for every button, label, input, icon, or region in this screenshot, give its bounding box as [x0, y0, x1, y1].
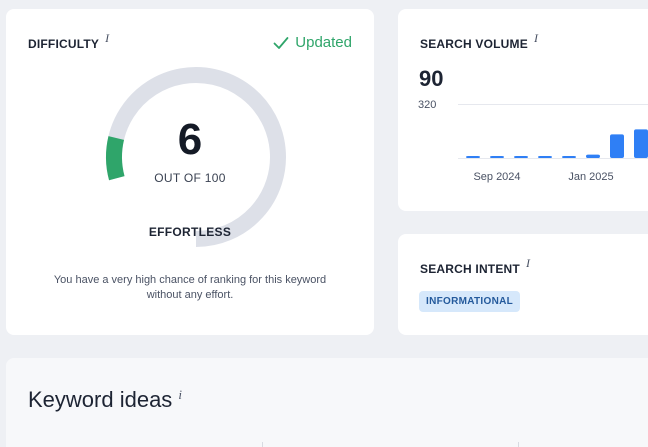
chart-bar[interactable]	[514, 155, 528, 158]
chart-x-tick-jan: Jan 2025	[568, 171, 613, 183]
chart-y-tick: 320	[418, 99, 436, 111]
keyword-ideas-info-icon[interactable]: i	[178, 387, 182, 402]
keyword-ideas-title: Keyword ideas i	[28, 387, 182, 413]
search-intent-title-text: SEARCH INTENT	[420, 262, 520, 276]
search-volume-chart[interactable]: 320 Sep 2024 Jan 2025	[398, 9, 648, 211]
difficulty-description: You have a very high chance of ranking f…	[53, 274, 327, 301]
chart-bar[interactable]	[586, 154, 600, 158]
difficulty-out-of: OUT OF 100	[154, 171, 226, 185]
chart-bar[interactable]	[490, 155, 504, 158]
chart-x-tick-sep: Sep 2024	[473, 171, 520, 183]
chart-bar[interactable]	[538, 156, 552, 158]
table-column-divider	[262, 442, 263, 447]
chart-bar[interactable]	[610, 134, 624, 158]
search-intent-title: SEARCH INTENT i	[420, 256, 530, 277]
difficulty-card: DIFFICULTY i Updated 6 OUT OF 100 EFFORTL…	[6, 9, 374, 335]
chart-bar[interactable]	[466, 156, 480, 158]
table-column-divider	[518, 442, 519, 447]
chart-bar[interactable]	[562, 156, 576, 158]
difficulty-score: 6	[177, 115, 203, 164]
search-volume-card: SEARCH VOLUME i 90 320 Sep 2024 Jan 2025	[398, 9, 648, 211]
chart-bars	[466, 129, 648, 158]
keyword-ideas-title-text: Keyword ideas	[28, 387, 173, 412]
chart-bar[interactable]	[634, 129, 648, 158]
search-intent-info-icon[interactable]: i	[526, 256, 530, 270]
keyword-ideas-card: Keyword ideas i	[6, 358, 648, 447]
intent-badge: INFORMATIONAL	[419, 291, 521, 312]
difficulty-level: EFFORTLESS	[148, 225, 232, 239]
search-intent-card: SEARCH INTENT i INFORMATIONAL	[398, 234, 648, 335]
